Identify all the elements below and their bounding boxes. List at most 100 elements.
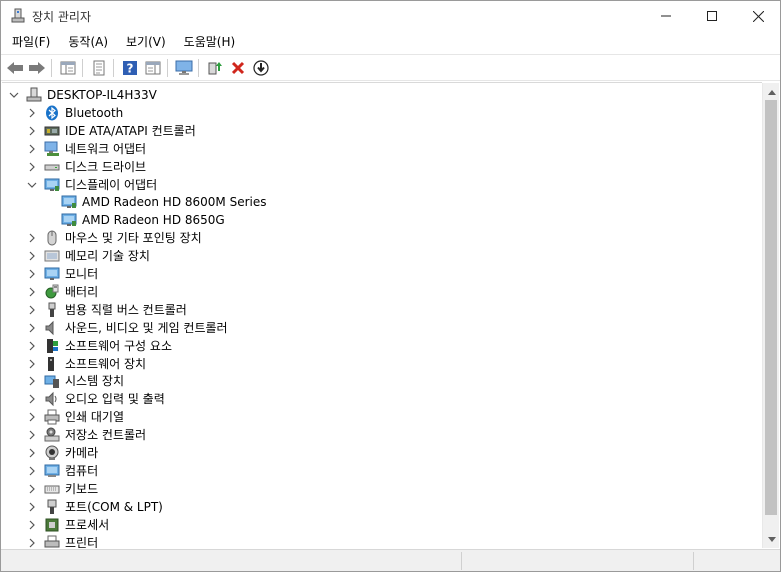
category-item[interactable]: Bluetooth [26, 104, 123, 122]
maximize-button[interactable] [689, 1, 735, 31]
tree-item-label: 프로세서 [65, 517, 110, 532]
expand-chevron-icon[interactable] [26, 161, 38, 173]
category-item[interactable]: 프린터 [26, 534, 98, 549]
system-device-icon [44, 373, 60, 389]
vertical-scrollbar[interactable] [762, 83, 779, 548]
expand-chevron-icon[interactable] [26, 304, 38, 316]
port-icon [44, 499, 60, 515]
tree-item-label: Bluetooth [65, 105, 124, 120]
tree-item-label: AMD Radeon HD 8600M Series [82, 195, 267, 210]
category-item[interactable]: 디스플레이 어댑터 [26, 176, 157, 194]
expand-chevron-icon[interactable] [26, 250, 38, 262]
expand-chevron-icon[interactable] [26, 286, 38, 298]
category-item[interactable]: 키보드 [26, 480, 98, 498]
help-icon[interactable]: ? [120, 58, 140, 78]
expand-chevron-icon[interactable] [26, 232, 38, 244]
monitor-icon [44, 266, 60, 282]
category-item[interactable]: 포트(COM & LPT) [26, 498, 163, 516]
scan-hardware-icon[interactable] [174, 58, 194, 78]
expand-chevron-icon[interactable] [26, 375, 38, 387]
category-item[interactable]: 네트워크 어댑터 [26, 140, 146, 158]
tree-item-label: 배터리 [65, 284, 99, 299]
tree-item-label: 저장소 컨트롤러 [65, 428, 147, 443]
category-item[interactable]: 저장소 컨트롤러 [26, 426, 146, 444]
category-item[interactable]: 소프트웨어 구성 요소 [26, 337, 172, 355]
category-item[interactable]: 모니터 [26, 265, 98, 283]
category-item[interactable]: 프로세서 [26, 516, 109, 534]
display-adapter-icon [61, 194, 77, 210]
category-item[interactable]: 소프트웨어 장치 [26, 355, 146, 373]
expand-chevron-icon[interactable] [26, 411, 38, 423]
tree-item-label: 키보드 [65, 481, 99, 496]
category-item[interactable]: 컴퓨터 [26, 462, 98, 480]
expand-chevron-icon[interactable] [26, 483, 38, 495]
disable-device-icon[interactable] [251, 58, 271, 78]
expand-chevron-icon[interactable] [26, 322, 38, 334]
category-item[interactable]: 배터리 [26, 283, 98, 301]
update-driver-icon[interactable] [205, 58, 225, 78]
tree-item-label: 디스크 드라이브 [65, 159, 147, 174]
tree-item-label: 범용 직렬 버스 컨트롤러 [65, 302, 187, 317]
expand-chevron-icon[interactable] [26, 340, 38, 352]
forward-icon[interactable] [27, 58, 47, 78]
display-adapter-icon [44, 177, 60, 193]
show-hide-tree-icon[interactable] [58, 58, 78, 78]
menu-action[interactable]: 동작(A) [61, 31, 115, 53]
audio-io-icon [44, 391, 60, 407]
keyboard-icon [44, 481, 60, 497]
menu-view[interactable]: 보기(V) [119, 31, 173, 53]
category-item[interactable]: 카메라 [26, 444, 98, 462]
device-item[interactable]: AMD Radeon HD 8650G [61, 211, 225, 229]
expand-chevron-icon[interactable] [26, 447, 38, 459]
category-item[interactable]: 시스템 장치 [26, 372, 124, 390]
expand-chevron-icon[interactable] [26, 125, 38, 137]
menu-help[interactable]: 도움말(H) [177, 31, 243, 53]
uninstall-icon[interactable] [228, 58, 248, 78]
expand-chevron-icon[interactable] [26, 429, 38, 441]
device-tree[interactable]: DESKTOP-IL4H33V Bluetooth IDE ATA/ATAPI 컨… [2, 82, 762, 548]
back-icon[interactable] [5, 58, 25, 78]
category-item[interactable]: 오디오 입력 및 출력 [26, 390, 165, 408]
scrollbar-thumb[interactable] [765, 100, 777, 515]
display-adapter-icon [61, 212, 77, 228]
scroll-down-arrow-icon[interactable] [763, 531, 780, 548]
properties-icon[interactable] [89, 58, 109, 78]
memory-device-icon [44, 248, 60, 264]
expand-chevron-icon[interactable] [26, 143, 38, 155]
category-item[interactable]: 메모리 기술 장치 [26, 247, 150, 265]
collapse-chevron-icon[interactable] [8, 89, 20, 101]
category-item[interactable]: 사운드, 비디오 및 게임 컨트롤러 [26, 319, 228, 337]
close-button[interactable] [735, 1, 780, 31]
expand-chevron-icon[interactable] [26, 537, 38, 549]
computer-icon [26, 87, 42, 103]
tree-item-label: 모니터 [65, 267, 99, 281]
tree-root[interactable]: DESKTOP-IL4H33V [8, 86, 157, 104]
device-item[interactable]: AMD Radeon HD 8600M Series [61, 193, 267, 211]
expand-chevron-icon[interactable] [26, 107, 38, 119]
expand-chevron-icon[interactable] [26, 358, 38, 370]
category-item[interactable]: 디스크 드라이브 [26, 158, 146, 176]
tree-item-label: 사운드, 비디오 및 게임 컨트롤러 [65, 320, 228, 335]
expand-chevron-icon[interactable] [26, 519, 38, 531]
tree-item-label: 시스템 장치 [65, 374, 125, 389]
menu-file[interactable]: 파일(F) [5, 31, 57, 53]
collapse-chevron-icon[interactable] [26, 179, 38, 191]
minimize-button[interactable] [643, 1, 689, 31]
expand-chevron-icon[interactable] [26, 393, 38, 405]
expand-chevron-icon[interactable] [26, 501, 38, 513]
scroll-up-arrow-icon[interactable] [763, 83, 780, 100]
category-item[interactable]: 마우스 및 기타 포인팅 장치 [26, 229, 202, 247]
action-pane-icon[interactable] [143, 58, 163, 78]
expand-chevron-icon[interactable] [26, 268, 38, 280]
printer-icon [44, 535, 60, 549]
software-component-icon [44, 338, 60, 354]
category-item[interactable]: IDE ATA/ATAPI 컨트롤러 [26, 122, 196, 140]
category-item[interactable]: 인쇄 대기열 [26, 408, 124, 426]
tree-item-label: AMD Radeon HD 8650G [82, 213, 225, 228]
tree-item-label: 마우스 및 기타 포인팅 장치 [65, 231, 202, 246]
processor-icon [44, 517, 60, 533]
disk-drive-icon [44, 159, 60, 175]
expand-chevron-icon[interactable] [26, 465, 38, 477]
category-item[interactable]: 범용 직렬 버스 컨트롤러 [26, 301, 187, 319]
tree-item-label: 포트(COM & LPT) [65, 499, 163, 514]
